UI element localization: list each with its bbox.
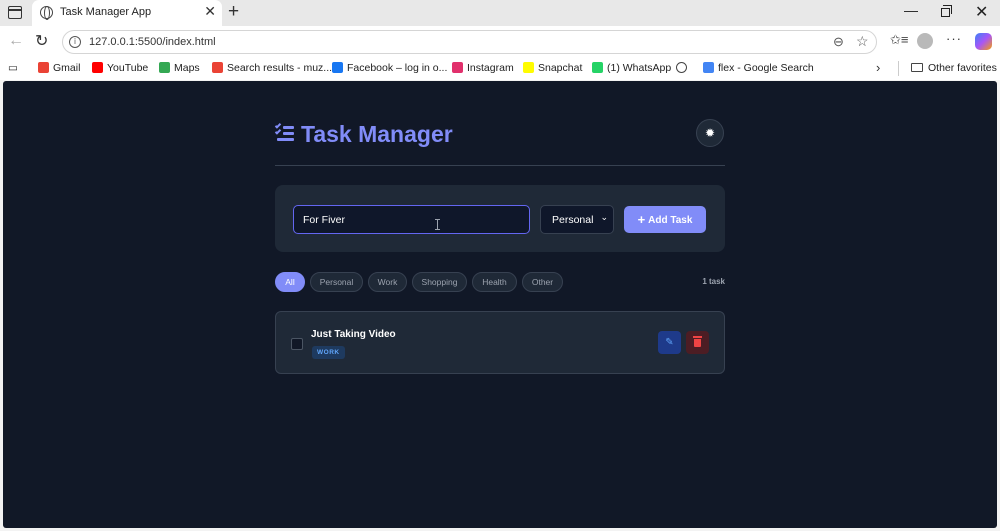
filter-personal[interactable]: Personal: [310, 272, 363, 292]
page-title: Task Manager: [301, 121, 453, 147]
bookmark-item[interactable]: (1) WhatsApp: [592, 62, 671, 74]
reading-icon[interactable]: ▭: [8, 62, 18, 74]
bookmarks-divider: [898, 61, 899, 76]
filter-bar: All Personal Work Shopping Health Other …: [275, 272, 725, 292]
bookmark-label: Search results - muz...: [227, 62, 333, 74]
bookmark-item[interactable]: Instagram: [452, 62, 514, 74]
text-cursor-icon: [435, 219, 440, 230]
tab-actions-icon[interactable]: [8, 6, 22, 19]
add-task-label: Add Task: [648, 215, 693, 226]
bookmark-favicon-icon: [212, 62, 223, 73]
bookmark-favicon-icon: [676, 62, 687, 73]
bookmark-item[interactable]: Snapchat: [523, 62, 582, 74]
bookmark-item[interactable]: [676, 62, 691, 74]
bookmark-favicon-icon: [332, 62, 343, 73]
bookmark-label: (1) WhatsApp: [607, 62, 672, 74]
bookmark-favicon-icon: [38, 62, 49, 73]
app-header: Task Manager ✹: [274, 119, 725, 165]
favorites-button[interactable]: ✩≡: [890, 32, 908, 48]
back-button[interactable]: ←: [8, 32, 24, 50]
filter-work[interactable]: Work: [368, 272, 407, 292]
bookmark-item[interactable]: YouTube: [92, 62, 148, 74]
bookmark-favicon-icon: [159, 62, 170, 73]
add-task-card: Personal ⌄ +Add Task: [275, 185, 725, 252]
restore-button[interactable]: [941, 5, 952, 17]
header-divider: [275, 165, 725, 166]
bookmark-label: Gmail: [53, 62, 81, 74]
close-tab-icon[interactable]: ✕: [204, 3, 216, 20]
site-info-icon[interactable]: i: [69, 36, 81, 48]
bookmark-favicon-icon: [92, 62, 103, 73]
delete-task-button[interactable]: [686, 331, 709, 354]
chevron-down-icon: ⌄: [600, 212, 608, 222]
window-close-button[interactable]: ✕: [975, 2, 988, 22]
bookmark-item[interactable]: Facebook – log in o...: [332, 62, 447, 74]
other-favorites-label: Other favorites: [928, 62, 997, 74]
bookmark-label: Snapchat: [538, 62, 583, 74]
minimize-button[interactable]: —: [904, 2, 918, 18]
task-count: 1 task: [702, 277, 725, 286]
favorite-star-icon[interactable]: ☆: [856, 33, 869, 50]
bookmark-label: YouTube: [107, 62, 149, 74]
bookmark-item[interactable]: Gmail: [38, 62, 80, 74]
task-input[interactable]: [293, 205, 530, 234]
edit-icon: ✎: [665, 337, 674, 348]
filter-health[interactable]: Health: [472, 272, 517, 292]
address-bar[interactable]: i 127.0.0.1:5500/index.html ⊖ ☆: [62, 30, 877, 54]
theme-toggle-button[interactable]: ✹: [696, 119, 724, 147]
bookmark-favicon-icon: [703, 62, 714, 73]
bookmark-item[interactable]: Maps: [159, 62, 200, 74]
browser-tab-bar: Task Manager App ✕ + — ✕: [0, 0, 1000, 26]
bookmarks-overflow-chevron-icon[interactable]: ›: [876, 60, 880, 75]
bookmark-item[interactable]: flex - Google Search: [703, 62, 814, 74]
task-category-badge: WORK: [312, 346, 345, 359]
address-row: ← ↻ i 127.0.0.1:5500/index.html ⊖ ☆ ✩≡ ·…: [0, 26, 1000, 58]
plus-icon: +: [637, 212, 646, 227]
filter-other[interactable]: Other: [522, 272, 563, 292]
bookmark-favicon-icon: [452, 62, 463, 73]
bookmark-label: Facebook – log in o...: [347, 62, 448, 74]
zoom-icon[interactable]: ⊖: [833, 34, 844, 50]
bookmark-label: Maps: [174, 62, 200, 74]
filter-shopping[interactable]: Shopping: [412, 272, 467, 292]
more-menu-button[interactable]: ···: [946, 31, 962, 46]
bookmark-item[interactable]: Search results - muz...: [212, 62, 332, 74]
add-task-button[interactable]: + Add Task: [624, 206, 706, 233]
copilot-icon[interactable]: [975, 33, 992, 50]
folder-icon: [911, 63, 923, 72]
trash-icon: [693, 336, 702, 347]
bookmark-label: flex - Google Search: [718, 62, 814, 74]
profile-avatar[interactable]: [917, 33, 933, 49]
browser-tab[interactable]: Task Manager App ✕: [32, 0, 222, 26]
filter-all[interactable]: All: [275, 272, 305, 292]
task-title: Just Taking Video: [311, 329, 396, 340]
new-tab-button[interactable]: +: [228, 1, 239, 23]
app-viewport: Task Manager ✹ Personal ⌄ +Add Task All …: [3, 81, 997, 528]
other-favorites[interactable]: Other favorites: [911, 62, 997, 74]
edit-task-button[interactable]: ✎: [658, 331, 681, 354]
task-complete-checkbox[interactable]: [291, 338, 303, 350]
sun-icon: ✹: [704, 126, 716, 140]
task-item: Just Taking Video WORK ✎: [275, 311, 725, 374]
bookmark-favicon-icon: [523, 62, 534, 73]
tab-title: Task Manager App: [60, 6, 152, 18]
reload-button[interactable]: ↻: [35, 31, 48, 51]
category-select-value: Personal: [552, 214, 594, 226]
category-select[interactable]: Personal ⌄: [540, 205, 614, 234]
task-list-icon: [274, 122, 295, 141]
bookmark-favicon-icon: [592, 62, 603, 73]
bookmark-label: Instagram: [467, 62, 514, 74]
bookmarks-bar: ▭ › Other favorites Gmail YouTube Maps Sear…: [0, 58, 1000, 80]
url-text[interactable]: 127.0.0.1:5500/index.html: [89, 36, 216, 48]
globe-icon: [40, 6, 53, 20]
